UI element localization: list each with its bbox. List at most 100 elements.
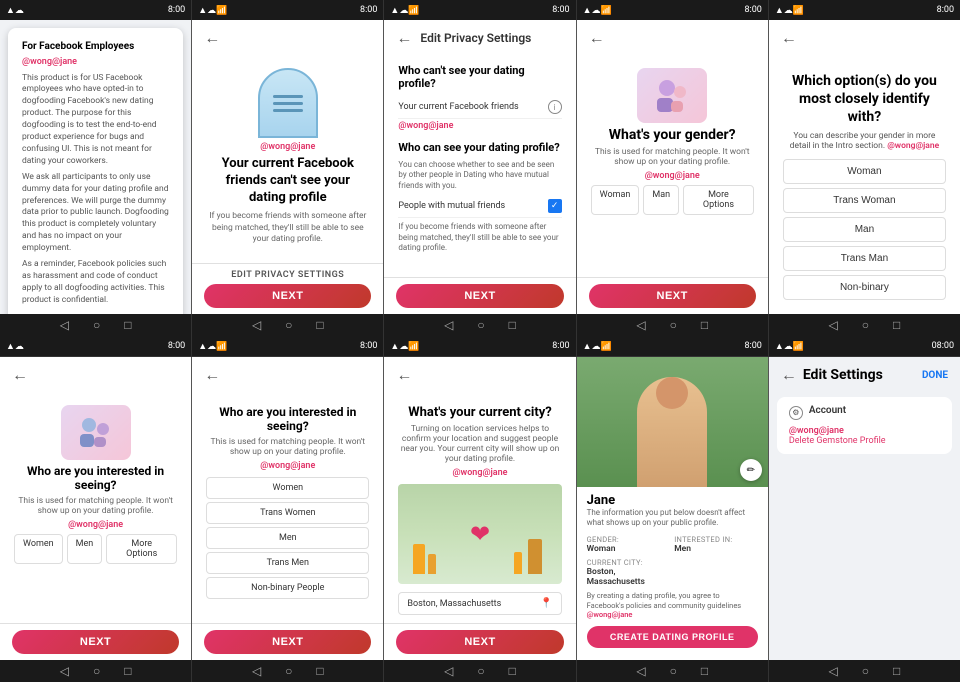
time-3: 8:00 <box>552 5 569 15</box>
current-friends-label: Your current Facebook friends <box>398 102 518 112</box>
screen2-username: @wong@jane <box>206 142 369 152</box>
interested-women[interactable]: Women <box>14 534 63 564</box>
gender-field-value: Woman <box>587 544 671 554</box>
interest-item-trans-men[interactable]: Trans Men <box>206 552 369 574</box>
home-nav-3[interactable]: ○ <box>477 318 484 332</box>
delete-profile-link[interactable]: Delete Gemstone Profile <box>789 436 940 446</box>
settings-back-button[interactable]: ← <box>781 365 797 385</box>
home-nav-b3[interactable]: ○ <box>477 664 484 678</box>
time-1: 8:00 <box>168 5 185 15</box>
home-nav-b1[interactable]: ○ <box>93 664 100 678</box>
info-icon[interactable]: i <box>548 100 562 114</box>
city-input[interactable]: Boston, Massachusetts 📍 <box>398 592 561 615</box>
status-bar-b3: ▲☁📶 8:00 <box>384 336 576 356</box>
privacy-username-1: @wong@jane <box>398 119 561 133</box>
option-nonbinary[interactable]: Non-binary <box>783 275 946 300</box>
home-nav-b5[interactable]: ○ <box>862 664 869 678</box>
interested-men[interactable]: Men <box>67 534 103 564</box>
option-woman[interactable]: Woman <box>783 159 946 184</box>
gender-username: @wong@jane <box>591 171 754 181</box>
recent-nav-b4[interactable]: □ <box>701 664 708 678</box>
time-b5: 08:00 <box>932 341 954 351</box>
android-nav-2: ◁ ○ □ <box>192 314 384 336</box>
settings-username: @wong@jane <box>789 426 940 436</box>
review-username: @wong@jane <box>587 610 633 619</box>
next-button-2[interactable]: NEXT <box>204 284 371 308</box>
android-nav-bars-top: ◁ ○ □ ◁ ○ □ ◁ ○ □ ◁ ○ □ ◁ ○ □ <box>0 314 960 336</box>
popup-text-1: This product is for US Facebook employee… <box>22 73 169 168</box>
screen-b2-bottom: NEXT <box>192 623 383 660</box>
back-button-5[interactable]: ← <box>781 28 797 48</box>
recent-nav-1[interactable]: □ <box>124 318 131 332</box>
back-nav-1[interactable]: ◁ <box>60 318 69 332</box>
screen-gender: ← What's your gender? This is used for m… <box>577 20 769 314</box>
city-field-value: Boston, Massachusetts <box>587 567 671 587</box>
back-nav-b3[interactable]: ◁ <box>444 664 453 678</box>
person-face <box>656 377 688 409</box>
edit-photo-button[interactable]: ✏ <box>740 459 762 481</box>
interested-more[interactable]: More Options <box>106 534 177 564</box>
interest-item-women[interactable]: Women <box>206 477 369 499</box>
home-nav-1[interactable]: ○ <box>93 318 100 332</box>
gender-option-more[interactable]: More Options <box>683 185 754 215</box>
interest-item-men[interactable]: Men <box>206 527 369 549</box>
back-button-3[interactable]: ← <box>396 28 412 48</box>
status-bar-2: ▲☁📶 8:00 <box>192 0 384 20</box>
screen2-bottom-bar: EDIT PRIVACY SETTINGS NEXT <box>192 263 383 314</box>
interest-item-trans-women[interactable]: Trans Women <box>206 502 369 524</box>
back-nav-b2[interactable]: ◁ <box>252 664 261 678</box>
back-button-b2[interactable]: ← <box>204 365 220 385</box>
home-nav-b4[interactable]: ○ <box>670 664 677 678</box>
back-nav-b1[interactable]: ◁ <box>60 664 69 678</box>
back-nav-2[interactable]: ◁ <box>252 318 261 332</box>
home-nav-b2[interactable]: ○ <box>285 664 292 678</box>
time-b1: 8:00 <box>168 341 185 351</box>
recent-nav-b2[interactable]: □ <box>316 664 323 678</box>
mutual-friends-checkbox[interactable]: ✓ <box>548 199 562 213</box>
option-trans-woman[interactable]: Trans Woman <box>783 188 946 213</box>
gender-option-man[interactable]: Man <box>643 185 679 215</box>
gender-option-woman[interactable]: Woman <box>591 185 640 215</box>
recent-nav-2[interactable]: □ <box>316 318 323 332</box>
create-profile-button[interactable]: CREATE DATING PROFILE <box>587 626 758 648</box>
back-button-2[interactable]: ← <box>204 28 220 48</box>
recent-nav-3[interactable]: □ <box>509 318 516 332</box>
next-button-b3[interactable]: NEXT <box>396 630 563 654</box>
bottom-screens-row: ← Who are you interested in seeing? This… <box>0 356 960 660</box>
interested-field: INTERESTED IN: Men <box>674 535 758 554</box>
city-value: Boston, Massachusetts <box>407 599 501 609</box>
next-button-4[interactable]: NEXT <box>589 284 756 308</box>
screen4-bottom-bar: NEXT <box>577 277 768 314</box>
back-button-4[interactable]: ← <box>589 28 605 48</box>
screen-city: ← What's your current city? Turning on l… <box>384 357 576 660</box>
recent-nav-b3[interactable]: □ <box>509 664 516 678</box>
nav-bar-b3: ← <box>384 357 575 393</box>
edit-privacy-link-2[interactable]: EDIT PRIVACY SETTINGS <box>231 270 344 280</box>
back-nav-4[interactable]: ◁ <box>636 318 645 332</box>
settings-done-button[interactable]: DONE <box>922 370 948 381</box>
interested-username-left: @wong@jane <box>14 520 177 530</box>
next-button-b2[interactable]: NEXT <box>204 630 371 654</box>
recent-nav-b1[interactable]: □ <box>124 664 131 678</box>
home-nav-2[interactable]: ○ <box>285 318 292 332</box>
recent-nav-5[interactable]: □ <box>893 318 900 332</box>
interest-item-nonbinary[interactable]: Non-binary People <box>206 577 369 599</box>
option-trans-man[interactable]: Trans Man <box>783 246 946 271</box>
back-nav-5[interactable]: ◁ <box>829 318 838 332</box>
next-button-b1[interactable]: NEXT <box>12 630 179 654</box>
back-button-b1[interactable]: ← <box>12 365 28 385</box>
next-button-3[interactable]: NEXT <box>396 284 563 308</box>
home-nav-5[interactable]: ○ <box>862 318 869 332</box>
home-nav-4[interactable]: ○ <box>670 318 677 332</box>
interested-options-left: Women Men More Options <box>14 534 177 564</box>
back-nav-b5[interactable]: ◁ <box>829 664 838 678</box>
recent-nav-4[interactable]: □ <box>701 318 708 332</box>
screen5-content: Which option(s) do you most closely iden… <box>769 56 960 314</box>
android-nav-5: ◁ ○ □ <box>769 314 960 336</box>
back-nav-b4[interactable]: ◁ <box>636 664 645 678</box>
back-nav-3[interactable]: ◁ <box>444 318 453 332</box>
time-b4: 8:00 <box>744 341 761 351</box>
option-man[interactable]: Man <box>783 217 946 242</box>
back-button-b3[interactable]: ← <box>396 365 412 385</box>
recent-nav-b5[interactable]: □ <box>893 664 900 678</box>
